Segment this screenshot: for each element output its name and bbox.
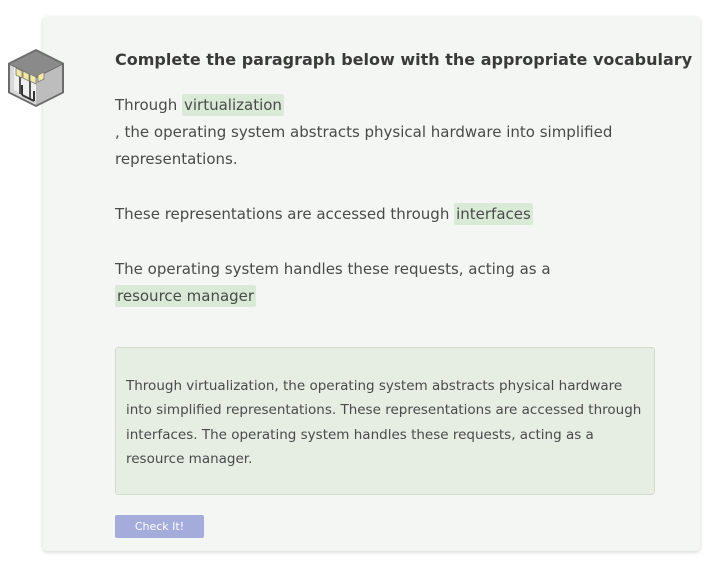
blank-resource-manager[interactable]: resource manager xyxy=(115,285,257,307)
paragraph-1: Through virtualization , the operating s… xyxy=(115,92,655,173)
answer-preview-box: Through virtualization, the operating sy… xyxy=(115,347,655,495)
paragraph-text: , the operating system abstracts physica… xyxy=(115,123,613,141)
paragraph-text: Through xyxy=(115,96,182,114)
paragraph-text: These representations are accessed throu… xyxy=(115,205,455,223)
blank-interfaces[interactable]: interfaces xyxy=(454,203,533,225)
exercise-instruction: Complete the paragraph below with the ap… xyxy=(115,50,693,69)
check-it-button[interactable]: Check It! xyxy=(115,515,204,538)
paragraph-text: The operating system handles these reque… xyxy=(115,260,551,278)
bookshelf-cube-icon xyxy=(2,45,70,113)
paragraph-text: representations. xyxy=(115,150,238,168)
paragraph-3: The operating system handles these reque… xyxy=(115,256,655,310)
paragraph-2: These representations are accessed throu… xyxy=(115,201,655,228)
blank-virtualization[interactable]: virtualization xyxy=(182,94,284,116)
answer-preview-text: Through virtualization, the operating sy… xyxy=(126,378,642,467)
